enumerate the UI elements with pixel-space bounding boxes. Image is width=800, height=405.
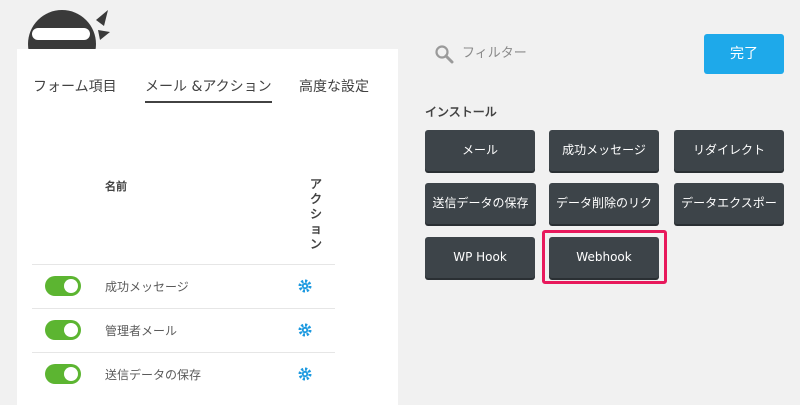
action-success-message-button[interactable]: 成功メッセージ: [549, 130, 659, 171]
done-button[interactable]: 完了: [704, 34, 784, 74]
tab-emails-actions[interactable]: メール &アクション: [145, 76, 272, 103]
tab-advanced[interactable]: 高度な設定: [299, 76, 369, 96]
toggle-knob: [64, 323, 78, 337]
gear-icon[interactable]: [298, 367, 312, 381]
action-wp-hook-button[interactable]: WP Hook: [425, 237, 535, 278]
builder-panel: フォーム項目 メール &アクション 高度な設定 名前 アクション 成功メッセージ…: [17, 49, 398, 405]
column-header-name: 名前: [105, 180, 127, 193]
action-redirect-button[interactable]: リダイレクト: [674, 130, 784, 171]
column-header-action: アクション: [309, 177, 322, 251]
row-label: 送信データの保存: [105, 368, 202, 382]
gear-icon[interactable]: [298, 323, 312, 337]
action-delete-data-request-button[interactable]: データ削除のリク: [549, 183, 659, 224]
row-label: 管理者メール: [105, 324, 178, 338]
tab-form-fields[interactable]: フォーム項目: [33, 76, 117, 96]
toggle-knob: [64, 279, 78, 293]
webhook-highlight-box: [542, 230, 667, 284]
search-icon: [435, 45, 454, 64]
table-row: 成功メッセージ: [32, 264, 335, 308]
table-row: 管理者メール: [32, 308, 335, 352]
toggle-admin-email[interactable]: [45, 320, 81, 340]
gear-icon[interactable]: [298, 279, 312, 293]
toggle-knob: [64, 367, 78, 381]
install-section-title: インストール: [425, 105, 497, 119]
filter-input[interactable]: [462, 40, 662, 66]
builder-tabs: フォーム項目 メール &アクション 高度な設定: [17, 49, 398, 109]
table-row: 送信データの保存: [32, 352, 335, 396]
action-export-data-button[interactable]: データエクスポー: [674, 183, 784, 224]
action-email-button[interactable]: メール: [425, 130, 535, 171]
action-save-submission-button[interactable]: 送信データの保存: [425, 183, 536, 224]
toggle-save-submission[interactable]: [45, 364, 81, 384]
row-label: 成功メッセージ: [105, 280, 189, 294]
toggle-success-message[interactable]: [45, 276, 81, 296]
